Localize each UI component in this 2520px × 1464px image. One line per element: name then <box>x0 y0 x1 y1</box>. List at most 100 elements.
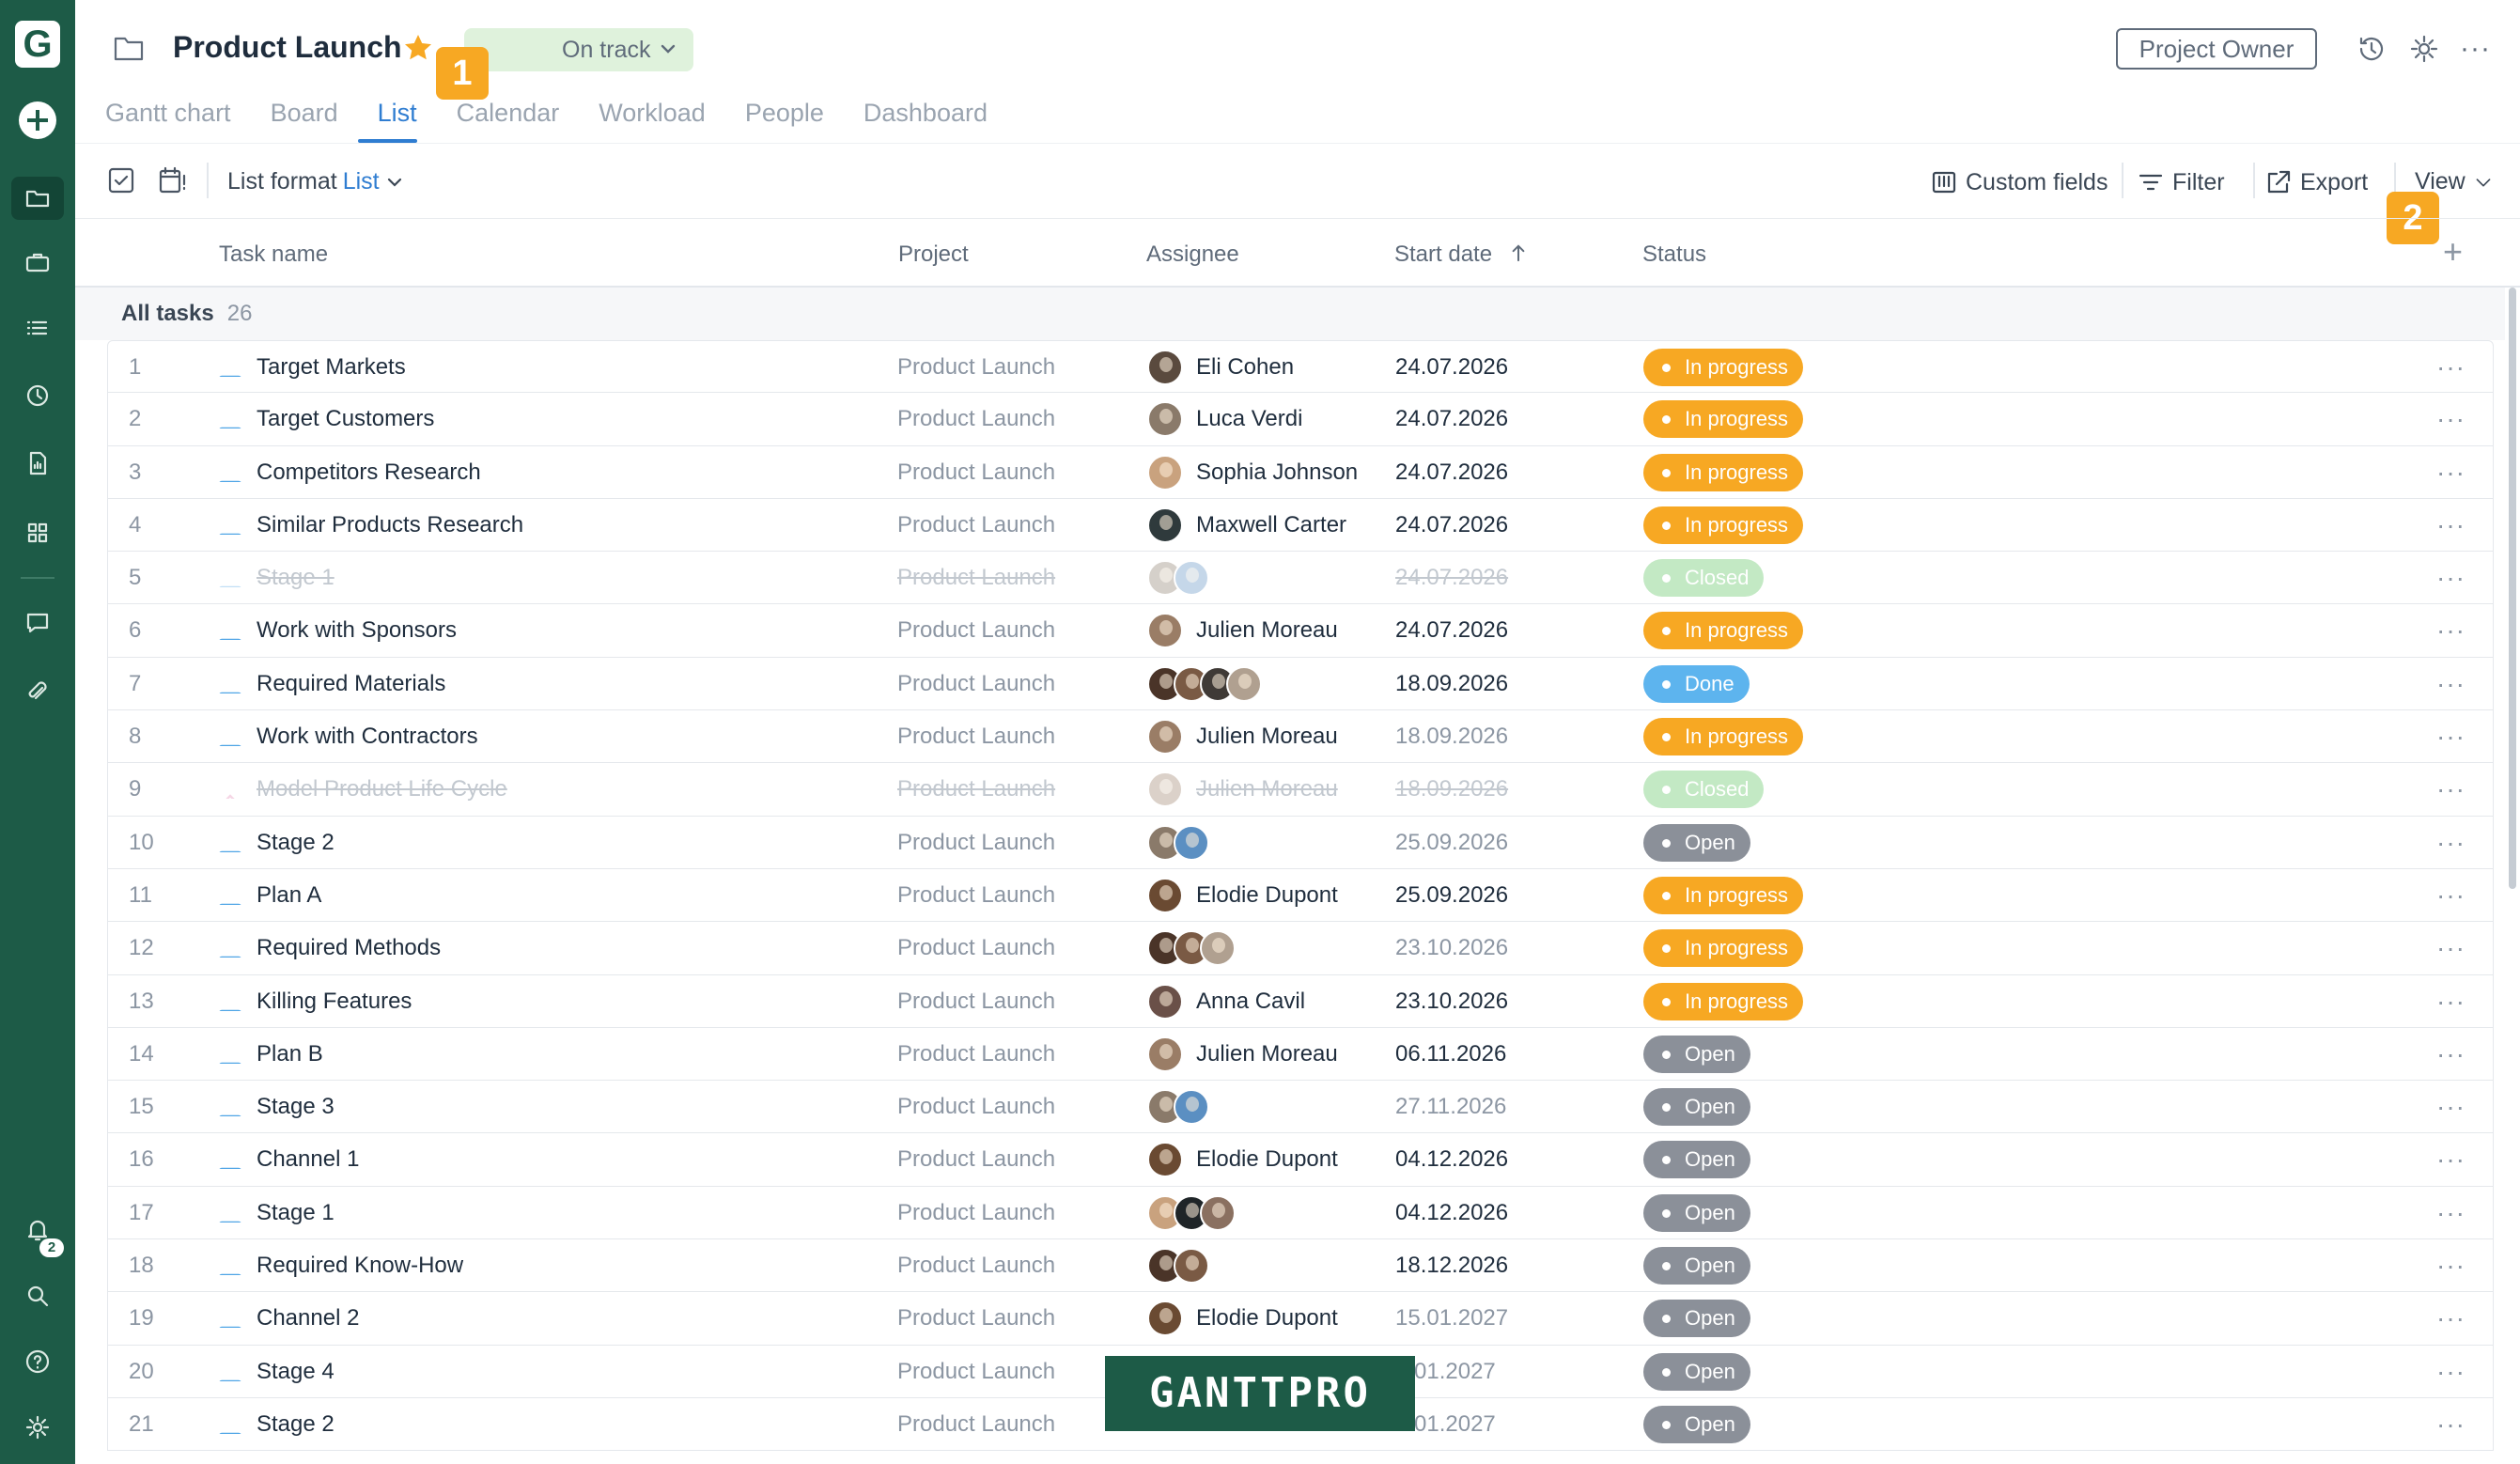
assignee-avatars[interactable] <box>1147 665 1262 702</box>
add-column-icon[interactable]: + <box>2443 235 2463 269</box>
status-badge[interactable]: Closed <box>1643 559 1765 598</box>
status-badge[interactable]: Open <box>1643 1088 1750 1127</box>
row-more-options-icon[interactable]: ··· <box>2436 393 2466 445</box>
task-name[interactable]: Stage 2 <box>257 1398 839 1451</box>
row-more-options-icon[interactable]: ··· <box>2436 975 2466 1028</box>
table-row[interactable]: 2 Target Customers Product Launch Luca Verd… <box>107 393 2494 446</box>
sidebar-item-chat[interactable] <box>11 601 64 645</box>
start-date[interactable]: 24.07.2026 <box>1395 552 1583 604</box>
start-date[interactable]: 23.10.2026 <box>1395 975 1583 1028</box>
table-row[interactable]: 15 Stage 3 Product Launch 27.11.2026 Open ··· <box>107 1081 2494 1134</box>
start-date[interactable]: 24.07.2026 <box>1395 499 1583 552</box>
table-row[interactable]: 16 Channel 1 Product Launch Elodie Dupont 04… <box>107 1133 2494 1187</box>
sidebar-item-help[interactable] <box>11 1340 64 1383</box>
status-badge[interactable]: Open <box>1643 1035 1750 1073</box>
table-row[interactable]: 19 Channel 2 Product Launch Elodie Dupont 15… <box>107 1292 2494 1346</box>
row-more-options-icon[interactable]: ··· <box>2436 763 2466 816</box>
task-name[interactable]: Work with Contractors <box>257 710 839 763</box>
gear-icon[interactable] <box>2407 32 2441 66</box>
task-name[interactable]: Channel 1 <box>257 1133 839 1186</box>
start-date[interactable]: 24.07.2026 <box>1395 393 1583 445</box>
task-name[interactable]: Channel 2 <box>257 1292 839 1345</box>
start-date[interactable]: 25.09.2026 <box>1395 817 1583 869</box>
status-badge[interactable]: In progress <box>1643 982 1804 1020</box>
assignee-avatars[interactable] <box>1147 454 1183 491</box>
row-more-options-icon[interactable]: ··· <box>2436 817 2466 869</box>
task-name[interactable]: Target Customers <box>257 393 839 445</box>
create-new-button[interactable] <box>19 101 56 139</box>
tab-gantt-chart[interactable]: Gantt chart <box>105 94 251 143</box>
table-row[interactable]: 9 Model Product Life Cycle Product Launch J… <box>107 763 2494 817</box>
task-name[interactable]: Plan B <box>257 1028 839 1081</box>
row-more-options-icon[interactable]: ··· <box>2436 869 2466 922</box>
row-more-options-icon[interactable]: ··· <box>2436 1239 2466 1292</box>
assignee-avatars[interactable] <box>1147 613 1183 649</box>
row-more-options-icon[interactable]: ··· <box>2436 710 2466 763</box>
more-options-icon[interactable]: ··· <box>2460 35 2491 63</box>
filter-button[interactable]: Filter <box>2137 168 2225 196</box>
table-row[interactable]: 13 Killing Features Product Launch Anna Cav… <box>107 974 2494 1028</box>
task-name[interactable]: Plan A <box>257 869 839 922</box>
task-name[interactable]: Stage 2 <box>257 817 839 869</box>
status-badge[interactable]: Open <box>1643 1193 1750 1232</box>
column-header-task-name[interactable]: Task name <box>219 241 328 268</box>
status-badge[interactable]: Open <box>1643 1405 1750 1443</box>
table-row[interactable]: 1 Target Markets Product Launch Eli Cohen 24… <box>107 340 2494 394</box>
status-badge[interactable]: Open <box>1643 1352 1750 1391</box>
table-row[interactable]: 17 Stage 1 Product Launch 04.12.2026 Open ··· <box>107 1186 2494 1240</box>
tab-workload[interactable]: Workload <box>579 94 725 143</box>
sidebar-item-time[interactable] <box>11 374 64 417</box>
task-name[interactable]: Similar Products Research <box>257 499 839 552</box>
task-name[interactable]: Competitors Research <box>257 446 839 499</box>
list-format-dropdown[interactable]: List format List <box>227 168 404 195</box>
row-more-options-icon[interactable]: ··· <box>2436 1028 2466 1081</box>
status-badge[interactable]: In progress <box>1643 876 1804 914</box>
start-date[interactable]: 25.09.2026 <box>1395 869 1583 922</box>
start-date[interactable]: 18.09.2026 <box>1395 763 1583 816</box>
task-name[interactable]: Required Know-How <box>257 1239 839 1292</box>
row-more-options-icon[interactable]: ··· <box>2436 552 2466 604</box>
table-row[interactable]: 18 Required Know-How Product Launch 18.12.2… <box>107 1239 2494 1293</box>
assignee-avatars[interactable] <box>1147 824 1209 861</box>
row-more-options-icon[interactable]: ··· <box>2436 1398 2466 1451</box>
status-badge[interactable]: In progress <box>1643 612 1804 650</box>
history-icon[interactable] <box>2355 32 2388 66</box>
start-date[interactable]: 15.01.2027 <box>1395 1292 1583 1345</box>
tab-people[interactable]: People <box>725 94 844 143</box>
assignee-avatars[interactable] <box>1147 930 1236 967</box>
row-more-options-icon[interactable]: ··· <box>2436 1346 2466 1398</box>
start-date[interactable]: 2.01.2027 <box>1395 1398 1583 1451</box>
assignee-avatars[interactable] <box>1147 1036 1183 1072</box>
start-date[interactable]: 27.11.2026 <box>1395 1081 1583 1133</box>
task-name[interactable]: Stage 3 <box>257 1081 839 1133</box>
assignee-avatars[interactable] <box>1147 1248 1209 1285</box>
start-date[interactable]: 04.12.2026 <box>1395 1133 1583 1186</box>
tab-board[interactable]: Board <box>251 94 358 143</box>
table-row[interactable]: 10 Stage 2 Product Launch 25.09.2026 Open ··· <box>107 816 2494 869</box>
row-more-options-icon[interactable]: ··· <box>2436 604 2466 657</box>
row-more-options-icon[interactable]: ··· <box>2436 341 2466 394</box>
tab-calendar[interactable]: Calendar <box>437 94 580 143</box>
task-name[interactable]: Model Product Life Cycle <box>257 763 839 816</box>
column-header-status[interactable]: Status <box>1642 241 1706 268</box>
status-badge[interactable]: In progress <box>1643 349 1804 386</box>
custom-fields-button[interactable]: Custom fields <box>1930 168 2108 196</box>
export-button[interactable]: Export <box>2264 168 2368 196</box>
status-badge[interactable]: Open <box>1643 1247 1750 1285</box>
assignee-avatars[interactable] <box>1147 1142 1183 1178</box>
vertical-scrollbar[interactable] <box>2509 288 2516 889</box>
assignee-avatars[interactable] <box>1147 1194 1236 1231</box>
task-name[interactable]: Work with Sponsors <box>257 604 839 657</box>
project-owner-button[interactable]: Project Owner <box>2116 28 2317 70</box>
assignee-avatars[interactable] <box>1147 560 1209 597</box>
row-more-options-icon[interactable]: ··· <box>2436 1187 2466 1239</box>
column-header-project[interactable]: Project <box>898 241 969 268</box>
start-date[interactable]: 23.10.2026 <box>1395 922 1583 974</box>
table-row[interactable]: 4 Similar Products Research Product Launch… <box>107 498 2494 553</box>
column-header-start-date[interactable]: Start date <box>1394 241 1527 268</box>
app-logo[interactable]: G <box>15 21 60 68</box>
table-row[interactable]: 11 Plan A Product Launch Elodie Dupont 25.09… <box>107 868 2494 923</box>
start-date[interactable]: 18.12.2026 <box>1395 1239 1583 1292</box>
assignee-avatars[interactable] <box>1147 771 1183 808</box>
start-date[interactable]: 18.09.2026 <box>1395 710 1583 763</box>
